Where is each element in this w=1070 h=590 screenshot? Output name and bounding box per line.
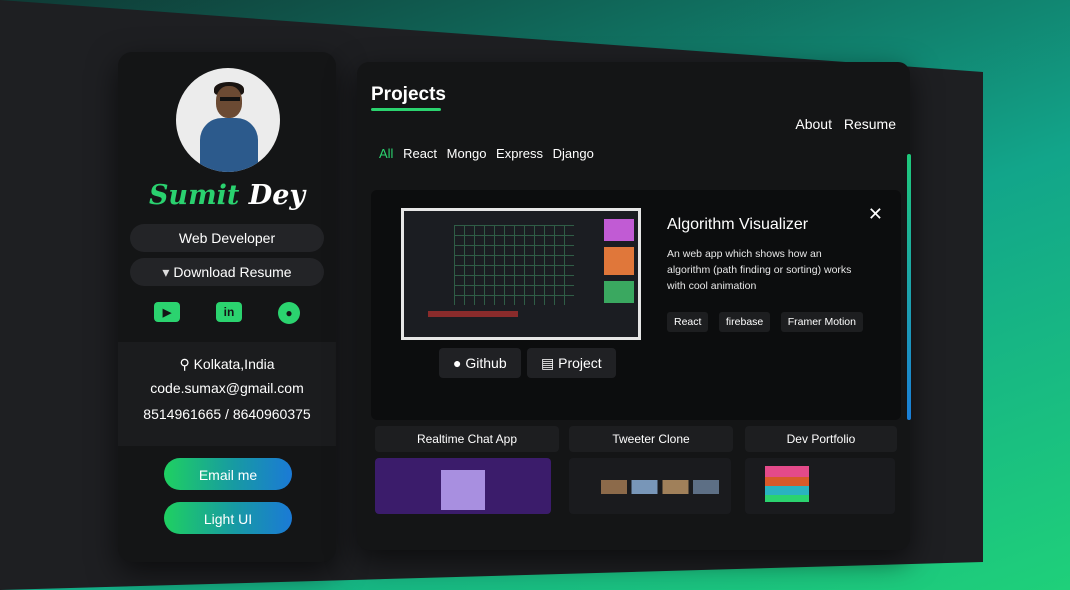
youtube-icon[interactable] (154, 302, 180, 322)
filter-express[interactable]: Express (496, 146, 543, 161)
role-badge: Web Developer (130, 224, 324, 252)
tech-tags: React firebase Framer Motion (667, 312, 869, 332)
card-tweeter-clone[interactable]: Tweeter Clone (569, 426, 733, 452)
modal-description: An web app which shows how an algorithm … (667, 248, 852, 292)
github-icon: ● (453, 355, 462, 371)
profile-name: Sumit Dey (118, 180, 336, 211)
contact-info: ⚲ Kolkata,India code.sumax@gmail.com 851… (118, 342, 336, 446)
tag-framer-motion: Framer Motion (780, 312, 863, 332)
nav-about[interactable]: About (795, 116, 832, 132)
filter-react[interactable]: React (403, 146, 437, 161)
tie-icon: ▾ (162, 264, 170, 280)
github-button-label: Github (465, 355, 507, 371)
github-button[interactable]: ● Github (439, 348, 521, 378)
tag-react: React (667, 312, 709, 332)
project-cards: Realtime Chat App Tweeter Clone Dev Port… (371, 426, 901, 452)
location-text: Kolkata,India (193, 356, 275, 372)
title-underline (371, 108, 441, 111)
external-link-icon: ▤ (541, 355, 555, 371)
filter-django[interactable]: Django (553, 146, 594, 161)
email-me-button[interactable]: Email me (164, 458, 292, 490)
light-ui-button[interactable]: Light UI (164, 502, 292, 534)
filter-mongo[interactable]: Mongo (447, 146, 487, 161)
location-pin-icon: ⚲ (179, 356, 190, 372)
modal-title: Algorithm Visualizer (667, 216, 809, 233)
project-screenshot (401, 208, 641, 340)
project-button[interactable]: ▤ Project (527, 348, 616, 378)
thumb-tweeter-clone[interactable] (569, 458, 731, 514)
github-icon[interactable]: ● (278, 302, 300, 324)
close-icon[interactable]: ✕ (868, 204, 883, 225)
location: ⚲ Kolkata,India (118, 356, 336, 373)
filter-all[interactable]: All (379, 146, 393, 161)
download-resume-button[interactable]: ▾ Download Resume (130, 258, 324, 286)
download-resume-label: Download Resume (173, 264, 292, 280)
thumb-realtime-chat[interactable] (375, 458, 551, 514)
top-nav: About Resume (787, 116, 896, 132)
linkedin-icon[interactable]: in (216, 302, 242, 322)
social-links: in ● (118, 302, 336, 324)
tag-firebase: firebase (718, 312, 771, 332)
profile-sidebar: Sumit Dey Web Developer ▾ Download Resum… (118, 52, 336, 562)
email-text: code.sumax@gmail.com (150, 380, 304, 396)
card-realtime-chat[interactable]: Realtime Chat App (375, 426, 559, 452)
thumb-dev-portfolio[interactable] (745, 458, 895, 514)
phone-text: 8514961665 / 8640960375 (143, 406, 311, 422)
project-filters: All React Mongo Express Django (379, 146, 600, 161)
scrollbar[interactable] (907, 154, 911, 420)
projects-panel: Projects About Resume All React Mongo Ex… (357, 62, 911, 550)
project-button-label: Project (558, 355, 602, 371)
last-name: Dey (248, 180, 306, 211)
avatar (176, 68, 280, 172)
project-modal: Algorithm Visualizer An web app which sh… (371, 190, 901, 420)
nav-resume[interactable]: Resume (844, 116, 896, 132)
page-title: Projects (371, 84, 446, 105)
card-dev-portfolio[interactable]: Dev Portfolio (745, 426, 897, 452)
first-name: Sumit (148, 180, 240, 211)
